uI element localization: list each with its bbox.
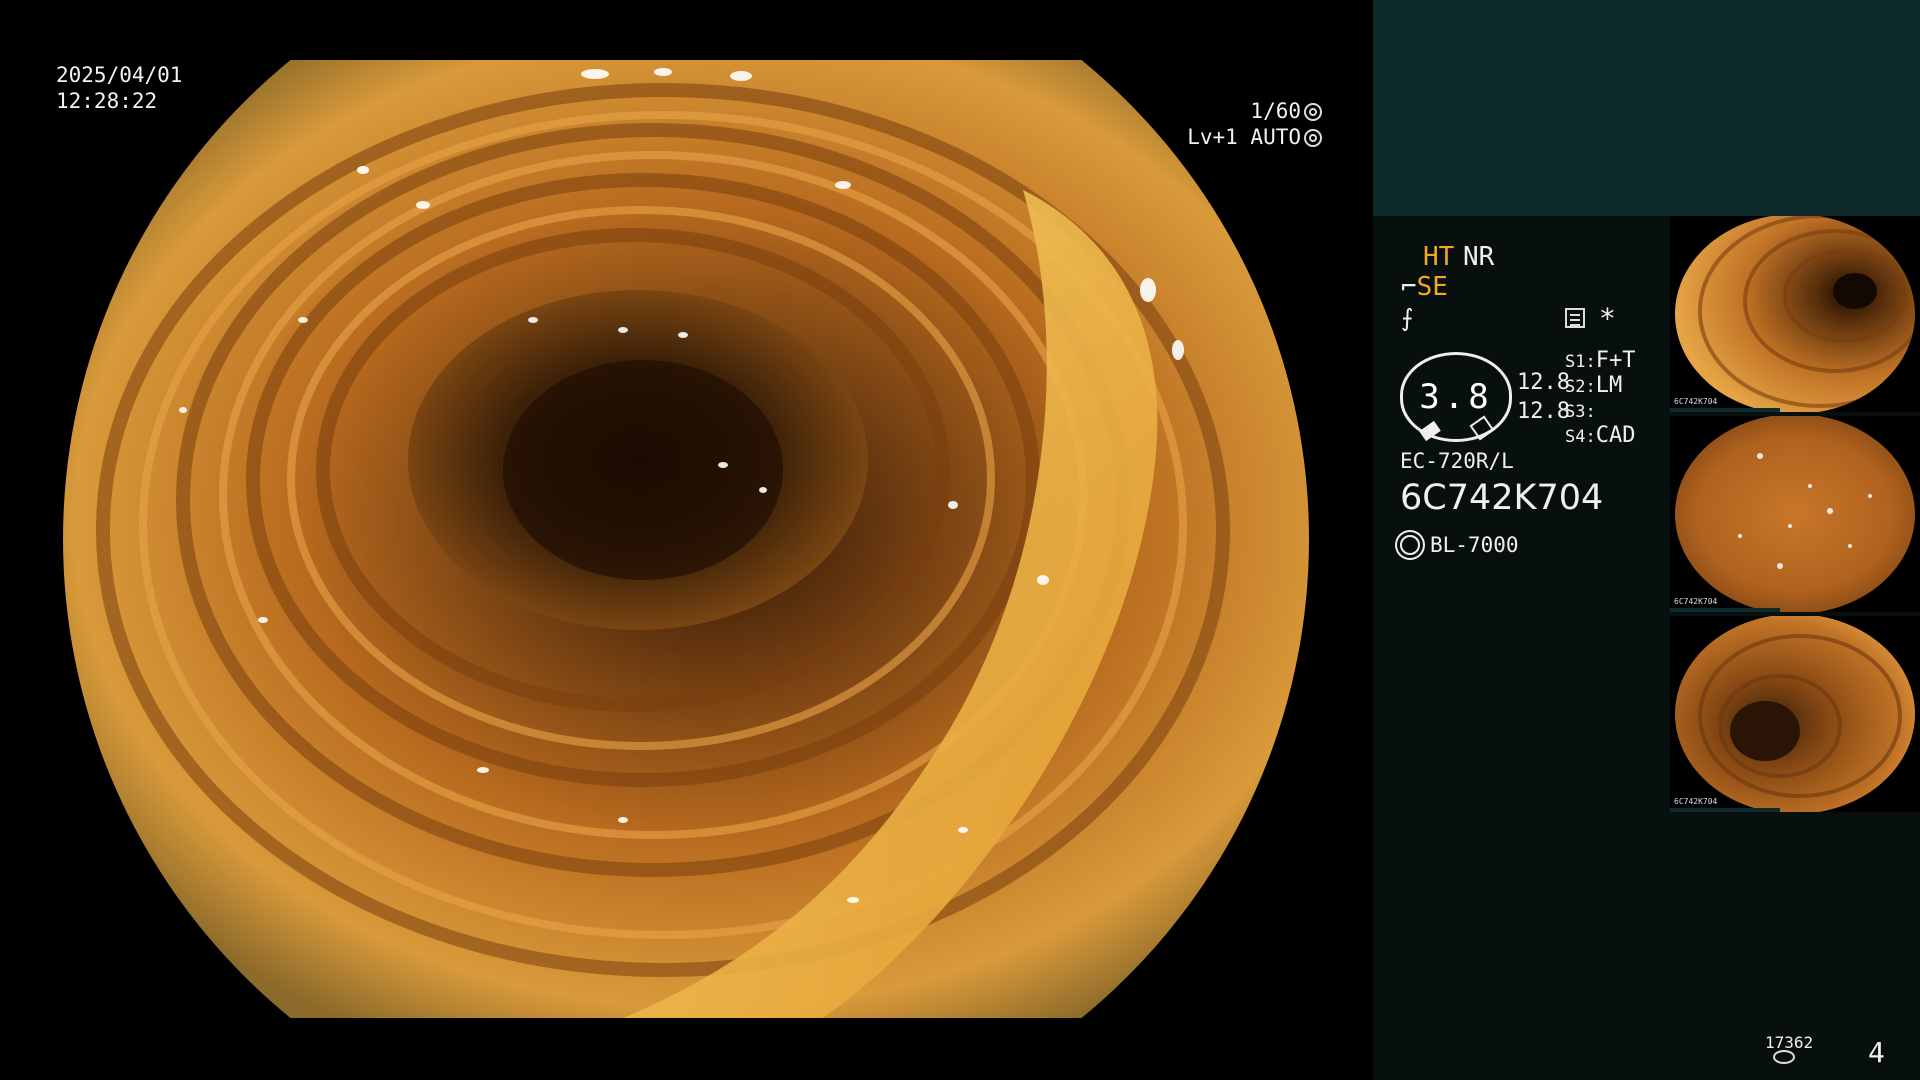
page-number: 4 [1868, 1036, 1885, 1069]
se-row: ⌐SE [1401, 274, 1448, 300]
level-text: Lv+1 [1187, 125, 1238, 149]
captured-thumbnail[interactable]: 6C742K704 [1670, 616, 1920, 812]
scope-serial: 6C742K704 [1400, 478, 1604, 518]
s2-value: LM [1595, 373, 1623, 398]
date-text: 2025/04/01 [56, 63, 183, 87]
switch-s1: S1:F+T [1565, 348, 1635, 375]
thumbnail-bar [1670, 608, 1780, 612]
thumbnail-label: 6C742K704 [1674, 397, 1718, 406]
thumbnail-bar [1670, 808, 1780, 812]
se-indicator: SE [1416, 272, 1448, 302]
s1-key: S1: [1565, 352, 1596, 372]
switch-s3: S3: [1565, 398, 1596, 425]
endoscope-view: 2025/04/01 12:28:22 1/60 Lv+1 AUTO [0, 0, 1372, 1080]
light-source-text: BL-7000 [1430, 533, 1519, 557]
ht-indicator: HT [1423, 242, 1455, 272]
switch-s4: S4:CAD [1565, 423, 1635, 450]
scope-model: EC-720R/L [1400, 449, 1514, 473]
thumbnail-label: 6C742K704 [1674, 797, 1718, 806]
gauge-side-value-2: 12.8 [1517, 399, 1570, 424]
iris-icon [1304, 129, 1322, 147]
menu-list-icon [1565, 308, 1585, 328]
switch-s2: S2:LM [1565, 373, 1622, 400]
shutter-text: 1/60 [1250, 99, 1301, 123]
thumbnail-image [1675, 616, 1915, 812]
shutter-icon [1304, 103, 1322, 121]
s2-key: S2: [1565, 377, 1596, 397]
thumbnail-label: 6C742K704 [1674, 597, 1718, 606]
endoscope-image [63, 60, 1309, 1018]
datetime-readout: 2025/04/01 12:28:22 [56, 62, 182, 114]
enhancement-symbol: ⨍ [1401, 304, 1414, 332]
thumbnail-bar [1670, 408, 1780, 412]
s4-key: S4: [1565, 427, 1596, 447]
light-source-icon [1400, 535, 1420, 555]
iris-text: AUTO [1250, 125, 1301, 149]
exposure-readout: 1/60 Lv+1 AUTO [1022, 98, 1322, 150]
thumbnail-image [1675, 216, 1915, 412]
light-source-row: BL-7000 [1400, 532, 1519, 558]
storage-disk-icon [1773, 1050, 1795, 1064]
time-text: 12:28:22 [56, 89, 158, 113]
s3-key: S3: [1565, 402, 1596, 422]
panel-header-area [1373, 0, 1920, 216]
thumbnail-image [1675, 416, 1915, 612]
captured-thumbnail[interactable]: 6C742K704 [1670, 216, 1920, 412]
star-indicator: * [1599, 302, 1616, 335]
gauge-value: 3.8 [1419, 377, 1493, 417]
zoom-gauge: 3.8 [1400, 352, 1512, 442]
scope-tip-icon: ⌐ [1401, 272, 1417, 302]
s1-value: F+T [1595, 348, 1636, 373]
s4-value: CAD [1595, 423, 1636, 448]
gauge-side-value-1: 12.8 [1517, 370, 1570, 395]
nr-indicator: NR [1463, 242, 1495, 272]
captured-thumbnail[interactable]: 6C742K704 [1670, 416, 1920, 612]
